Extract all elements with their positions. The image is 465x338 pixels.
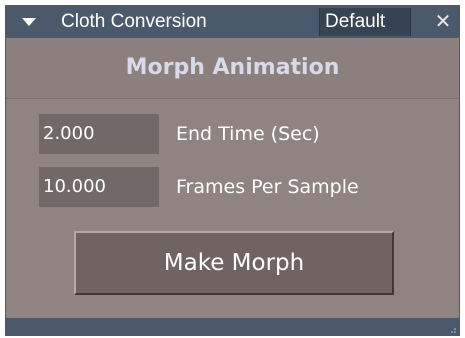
end-time-value: 2.000 [43, 123, 95, 144]
cloth-conversion-panel: Cloth Conversion Default ✕ Morph Animati… [5, 5, 460, 336]
preset-dropdown[interactable]: Default [319, 8, 411, 36]
section-header: Morph Animation [6, 38, 459, 99]
make-morph-button-label: Make Morph [163, 250, 305, 276]
close-icon[interactable]: ✕ [431, 9, 455, 33]
frames-per-sample-input[interactable]: 10.000 [39, 167, 159, 207]
frames-per-sample-label: Frames Per Sample [176, 176, 359, 198]
panel-footer [6, 318, 459, 335]
collapse-arrow-icon[interactable] [22, 18, 36, 26]
panel-title: Cloth Conversion [61, 11, 207, 32]
preset-label: Default [325, 11, 386, 32]
end-time-label: End Time (Sec) [176, 123, 320, 145]
panel-titlebar[interactable]: Cloth Conversion Default ✕ [6, 6, 459, 38]
end-time-input[interactable]: 2.000 [39, 114, 159, 154]
make-morph-button[interactable]: Make Morph [74, 231, 394, 295]
resize-grip-icon[interactable] [447, 324, 457, 334]
frames-per-sample-value: 10.000 [43, 176, 106, 197]
section-title: Morph Animation [125, 55, 340, 80]
